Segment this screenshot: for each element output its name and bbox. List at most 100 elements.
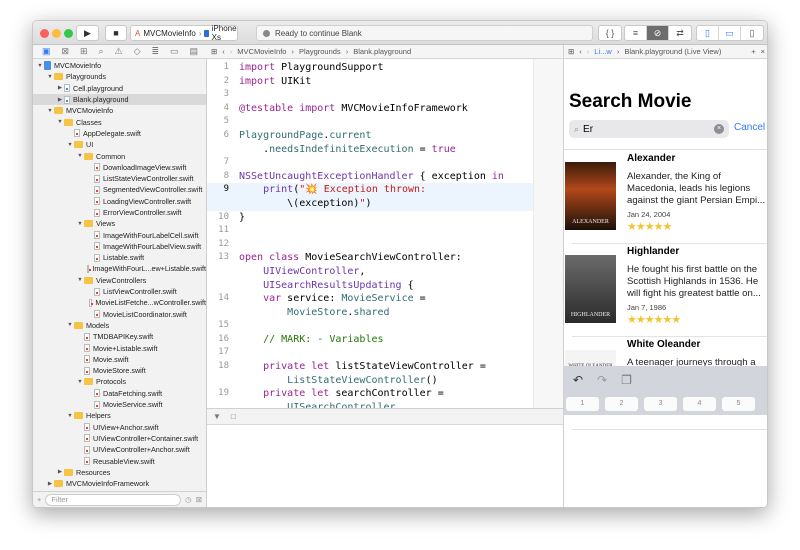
navigator-item[interactable]: ▼ ViewControllers xyxy=(33,275,206,286)
code-line[interactable]: 8 NSSetUncaughtExceptionHandler { excepti… xyxy=(207,170,533,184)
code-line[interactable]: 7 xyxy=(207,156,533,170)
code-line[interactable]: 14 var service: MovieService = xyxy=(207,292,533,306)
filter-input[interactable]: Filter xyxy=(45,493,182,506)
source-control-filter-icon[interactable]: ⊠ xyxy=(196,495,202,504)
navigator-item[interactable]: LoadingViewController.swift xyxy=(33,196,206,207)
code-line[interactable]: 17 xyxy=(207,346,533,360)
jumpbar-file[interactable]: Blank.playground xyxy=(353,47,411,56)
navigator-item[interactable]: ▼ Models xyxy=(33,320,206,331)
undo-icon[interactable]: ↶ xyxy=(573,373,583,387)
disclosure-icon[interactable]: ▶ xyxy=(56,469,64,475)
code-line[interactable]: \(exception) ") xyxy=(207,196,533,211)
panel-toggles[interactable]: ▯ ▭ ▯ xyxy=(696,25,764,41)
disclosure-icon[interactable]: ▼ xyxy=(36,63,44,69)
zoom-button[interactable] xyxy=(64,29,73,38)
paste-icon[interactable]: ❐ xyxy=(621,373,632,387)
code-line[interactable]: MovieStore. shared xyxy=(207,306,533,320)
navigator-item[interactable]: ▼ UI xyxy=(33,139,206,150)
stop-button[interactable]: ■ xyxy=(105,25,127,41)
code-line[interactable]: 1 import PlaygroundSupport xyxy=(207,61,533,75)
navigator-item[interactable]: ImageWithFourL...ew+Listable.swift xyxy=(33,263,206,274)
disclosure-icon[interactable]: ▼ xyxy=(46,108,54,114)
navigator-item[interactable]: ImageWithFourLabelCell.swift xyxy=(33,229,206,240)
cancel-button[interactable]: Cancel xyxy=(734,122,765,133)
hide-debug-icon[interactable]: ▼ xyxy=(213,412,221,421)
navigator-item[interactable]: ListStateViewController.swift xyxy=(33,173,206,184)
source-control-icon[interactable]: ⊠ xyxy=(61,46,69,57)
warning-icon[interactable]: ⚠ xyxy=(115,46,123,57)
navigator-item[interactable]: UIViewController+Anchor.swift xyxy=(33,444,206,455)
navigator-item[interactable]: ErrorViewController.swift xyxy=(33,207,206,218)
related-items-icon[interactable]: ⊞ xyxy=(568,47,574,56)
navigator-item[interactable]: TMDBAPIKey.swift xyxy=(33,331,206,342)
jumpbar-group[interactable]: Playgrounds xyxy=(299,47,341,56)
forward-button[interactable]: › xyxy=(230,47,233,56)
movie-cell[interactable]: ALEXANDER Alexander Alexander, the King of… xyxy=(564,150,767,244)
add-icon[interactable]: + xyxy=(37,495,41,504)
navigator-item[interactable]: DataFetching.swift xyxy=(33,388,206,399)
code-line[interactable]: 18 private let listStateViewController = xyxy=(207,360,533,374)
navigator-item[interactable]: ▼ Protocols xyxy=(33,376,206,387)
disclosure-icon[interactable]: ▼ xyxy=(76,221,84,227)
disclosure-icon[interactable]: ▶ xyxy=(56,97,64,103)
navigator-item[interactable]: DownloadImageView.swift xyxy=(33,162,206,173)
code-line[interactable]: 12 xyxy=(207,238,533,252)
navigator-item[interactable]: ▶ Resources xyxy=(33,467,206,478)
disclosure-icon[interactable]: ▼ xyxy=(76,153,84,159)
debug-icon[interactable]: ≣ xyxy=(151,46,159,57)
navigator-item[interactable]: ▼ Playgrounds xyxy=(33,71,206,82)
code-line[interactable]: UIViewController, xyxy=(207,265,533,279)
code-line[interactable]: 2 import UIKit xyxy=(207,75,533,89)
folder-icon[interactable]: ▣ xyxy=(42,46,51,57)
code-line[interactable]: UISearchController xyxy=(207,401,533,408)
debug-toggle-icon[interactable]: ▭ xyxy=(719,26,741,40)
navigator-item[interactable]: Movie.swift xyxy=(33,354,206,365)
add-editor-icon[interactable]: + xyxy=(751,47,755,56)
code-lines[interactable]: 1 import PlaygroundSupport 2 import UIKit 3 4… xyxy=(207,61,533,408)
jumpbar-live[interactable]: Li...w xyxy=(594,47,612,56)
code-editor[interactable]: 1 import PlaygroundSupport 2 import UIKit 3 4… xyxy=(207,59,563,408)
code-line[interactable]: 16 // MARK: - Variables xyxy=(207,333,533,347)
navigator-item[interactable]: SegmentedViewController.swift xyxy=(33,184,206,195)
keyboard-key[interactable]: 5 xyxy=(722,397,755,411)
close-button[interactable] xyxy=(40,29,49,38)
report-icon[interactable]: ▤ xyxy=(189,46,198,57)
navigator-item[interactable]: ListViewController.swift xyxy=(33,286,206,297)
code-line[interactable]: 10} xyxy=(207,211,533,225)
console-toggle-icon[interactable]: □ xyxy=(231,412,236,421)
code-line[interactable]: 3 xyxy=(207,88,533,102)
disclosure-icon[interactable]: ▼ xyxy=(66,142,74,148)
code-line[interactable]: 11 xyxy=(207,224,533,238)
disclosure-icon[interactable]: ▼ xyxy=(56,119,64,125)
navigator-item[interactable]: Movie+Listable.swift xyxy=(33,342,206,353)
close-editor-icon[interactable]: × xyxy=(761,47,767,56)
code-line[interactable]: ListStateViewController() xyxy=(207,374,533,388)
disclosure-icon[interactable]: ▼ xyxy=(66,413,74,419)
navigator-item[interactable]: ▶ MVCMovieInfoFramework xyxy=(33,478,206,489)
navigator-item[interactable]: ▼ Views xyxy=(33,218,206,229)
version-editor-icon[interactable]: ⇄ xyxy=(669,26,691,40)
navigator-item[interactable]: ▶ Cell.playground xyxy=(33,83,206,94)
navigator-item[interactable]: MovieListFetche...wController.swift xyxy=(33,297,206,308)
recent-files-icon[interactable]: ◷ xyxy=(185,495,192,504)
disclosure-icon[interactable]: ▶ xyxy=(56,85,64,91)
disclosure-icon[interactable]: ▶ xyxy=(46,481,54,487)
jumpbar-live-file[interactable]: Blank.playground (Live View) xyxy=(624,47,721,56)
navigator-item[interactable]: ▼ Classes xyxy=(33,116,206,127)
code-line[interactable]: UISearchResultsUpdating { xyxy=(207,279,533,293)
library-button[interactable]: { } xyxy=(598,25,622,41)
disclosure-icon[interactable]: ▼ xyxy=(46,74,54,80)
navigator-item[interactable]: AppDelegate.swift xyxy=(33,128,206,139)
navigator-item[interactable]: MovieService.swift xyxy=(33,399,206,410)
navigator-item[interactable]: ▼ MVCMovieInfo xyxy=(33,60,206,71)
scheme-selector[interactable]: A MVCMovieInfo › iPhone Xs xyxy=(130,24,238,42)
forward-button[interactable]: › xyxy=(587,47,590,56)
navigator-item[interactable]: ImageWithFourLabelView.swift xyxy=(33,241,206,252)
search-input[interactable]: ⌕ Er × xyxy=(569,120,729,138)
navigator-item[interactable]: ReusableView.swift xyxy=(33,455,206,466)
code-line[interactable]: 13 open class MovieSearchViewController: xyxy=(207,251,533,265)
redo-icon[interactable]: ↷ xyxy=(597,373,607,387)
inspector-toggle-icon[interactable]: ▯ xyxy=(741,26,763,40)
navigator-item[interactable]: ▼ MVCMovieInfo xyxy=(33,105,206,116)
assistant-editor-icon[interactable]: ⊘ xyxy=(647,26,669,40)
